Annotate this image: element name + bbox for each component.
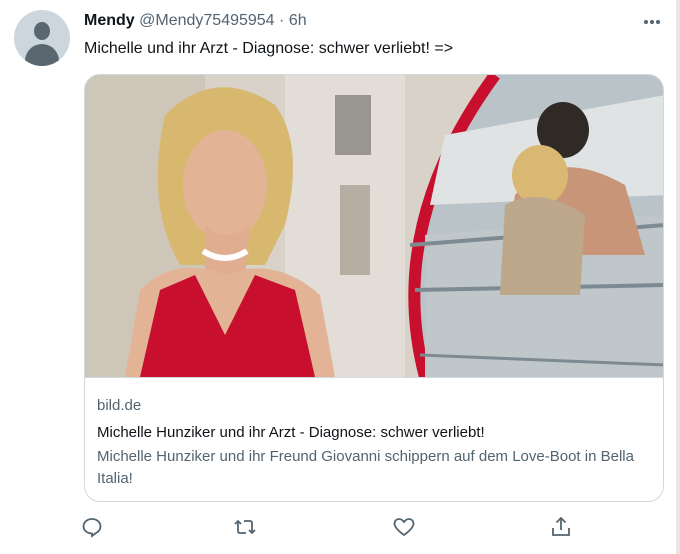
author-name[interactable]: Mendy (84, 12, 135, 29)
header-separator: · (279, 12, 285, 29)
card-title: Michelle Hunziker und ihr Arzt - Diagnos… (97, 424, 485, 441)
card-domain: bild.de (97, 397, 142, 414)
share-icon[interactable] (549, 515, 573, 539)
card-image[interactable] (85, 75, 663, 377)
action-bar (0, 515, 680, 539)
retweet-icon[interactable] (233, 515, 257, 539)
avatar-placeholder-body (25, 44, 59, 66)
link-card[interactable]: bild.de Michelle Hunziker und ihr Arzt -… (84, 74, 664, 502)
card-description: Michelle Hunziker und ihr Freund Giovann… (97, 448, 634, 487)
author-handle[interactable]: @Mendy75495954 (139, 12, 274, 29)
heart-icon[interactable] (392, 515, 416, 539)
avatar-placeholder-head (34, 22, 50, 40)
tweet-header: Mendy @Mendy75495954 · 6h (84, 11, 307, 31)
scroll-edge (676, 0, 680, 554)
tweet-text: Michelle und ihr Arzt - Diagnose: schwer… (84, 40, 454, 57)
tweet-timestamp[interactable]: 6h (289, 12, 307, 29)
card-meta[interactable]: bild.de Michelle Hunziker und ihr Arzt -… (85, 377, 663, 501)
more-horizontal-icon[interactable] (640, 12, 664, 32)
tweet[interactable]: Mendy @Mendy75495954 · 6h Michelle und i… (0, 0, 680, 554)
avatar[interactable] (14, 10, 70, 66)
reply-icon[interactable] (80, 515, 104, 539)
